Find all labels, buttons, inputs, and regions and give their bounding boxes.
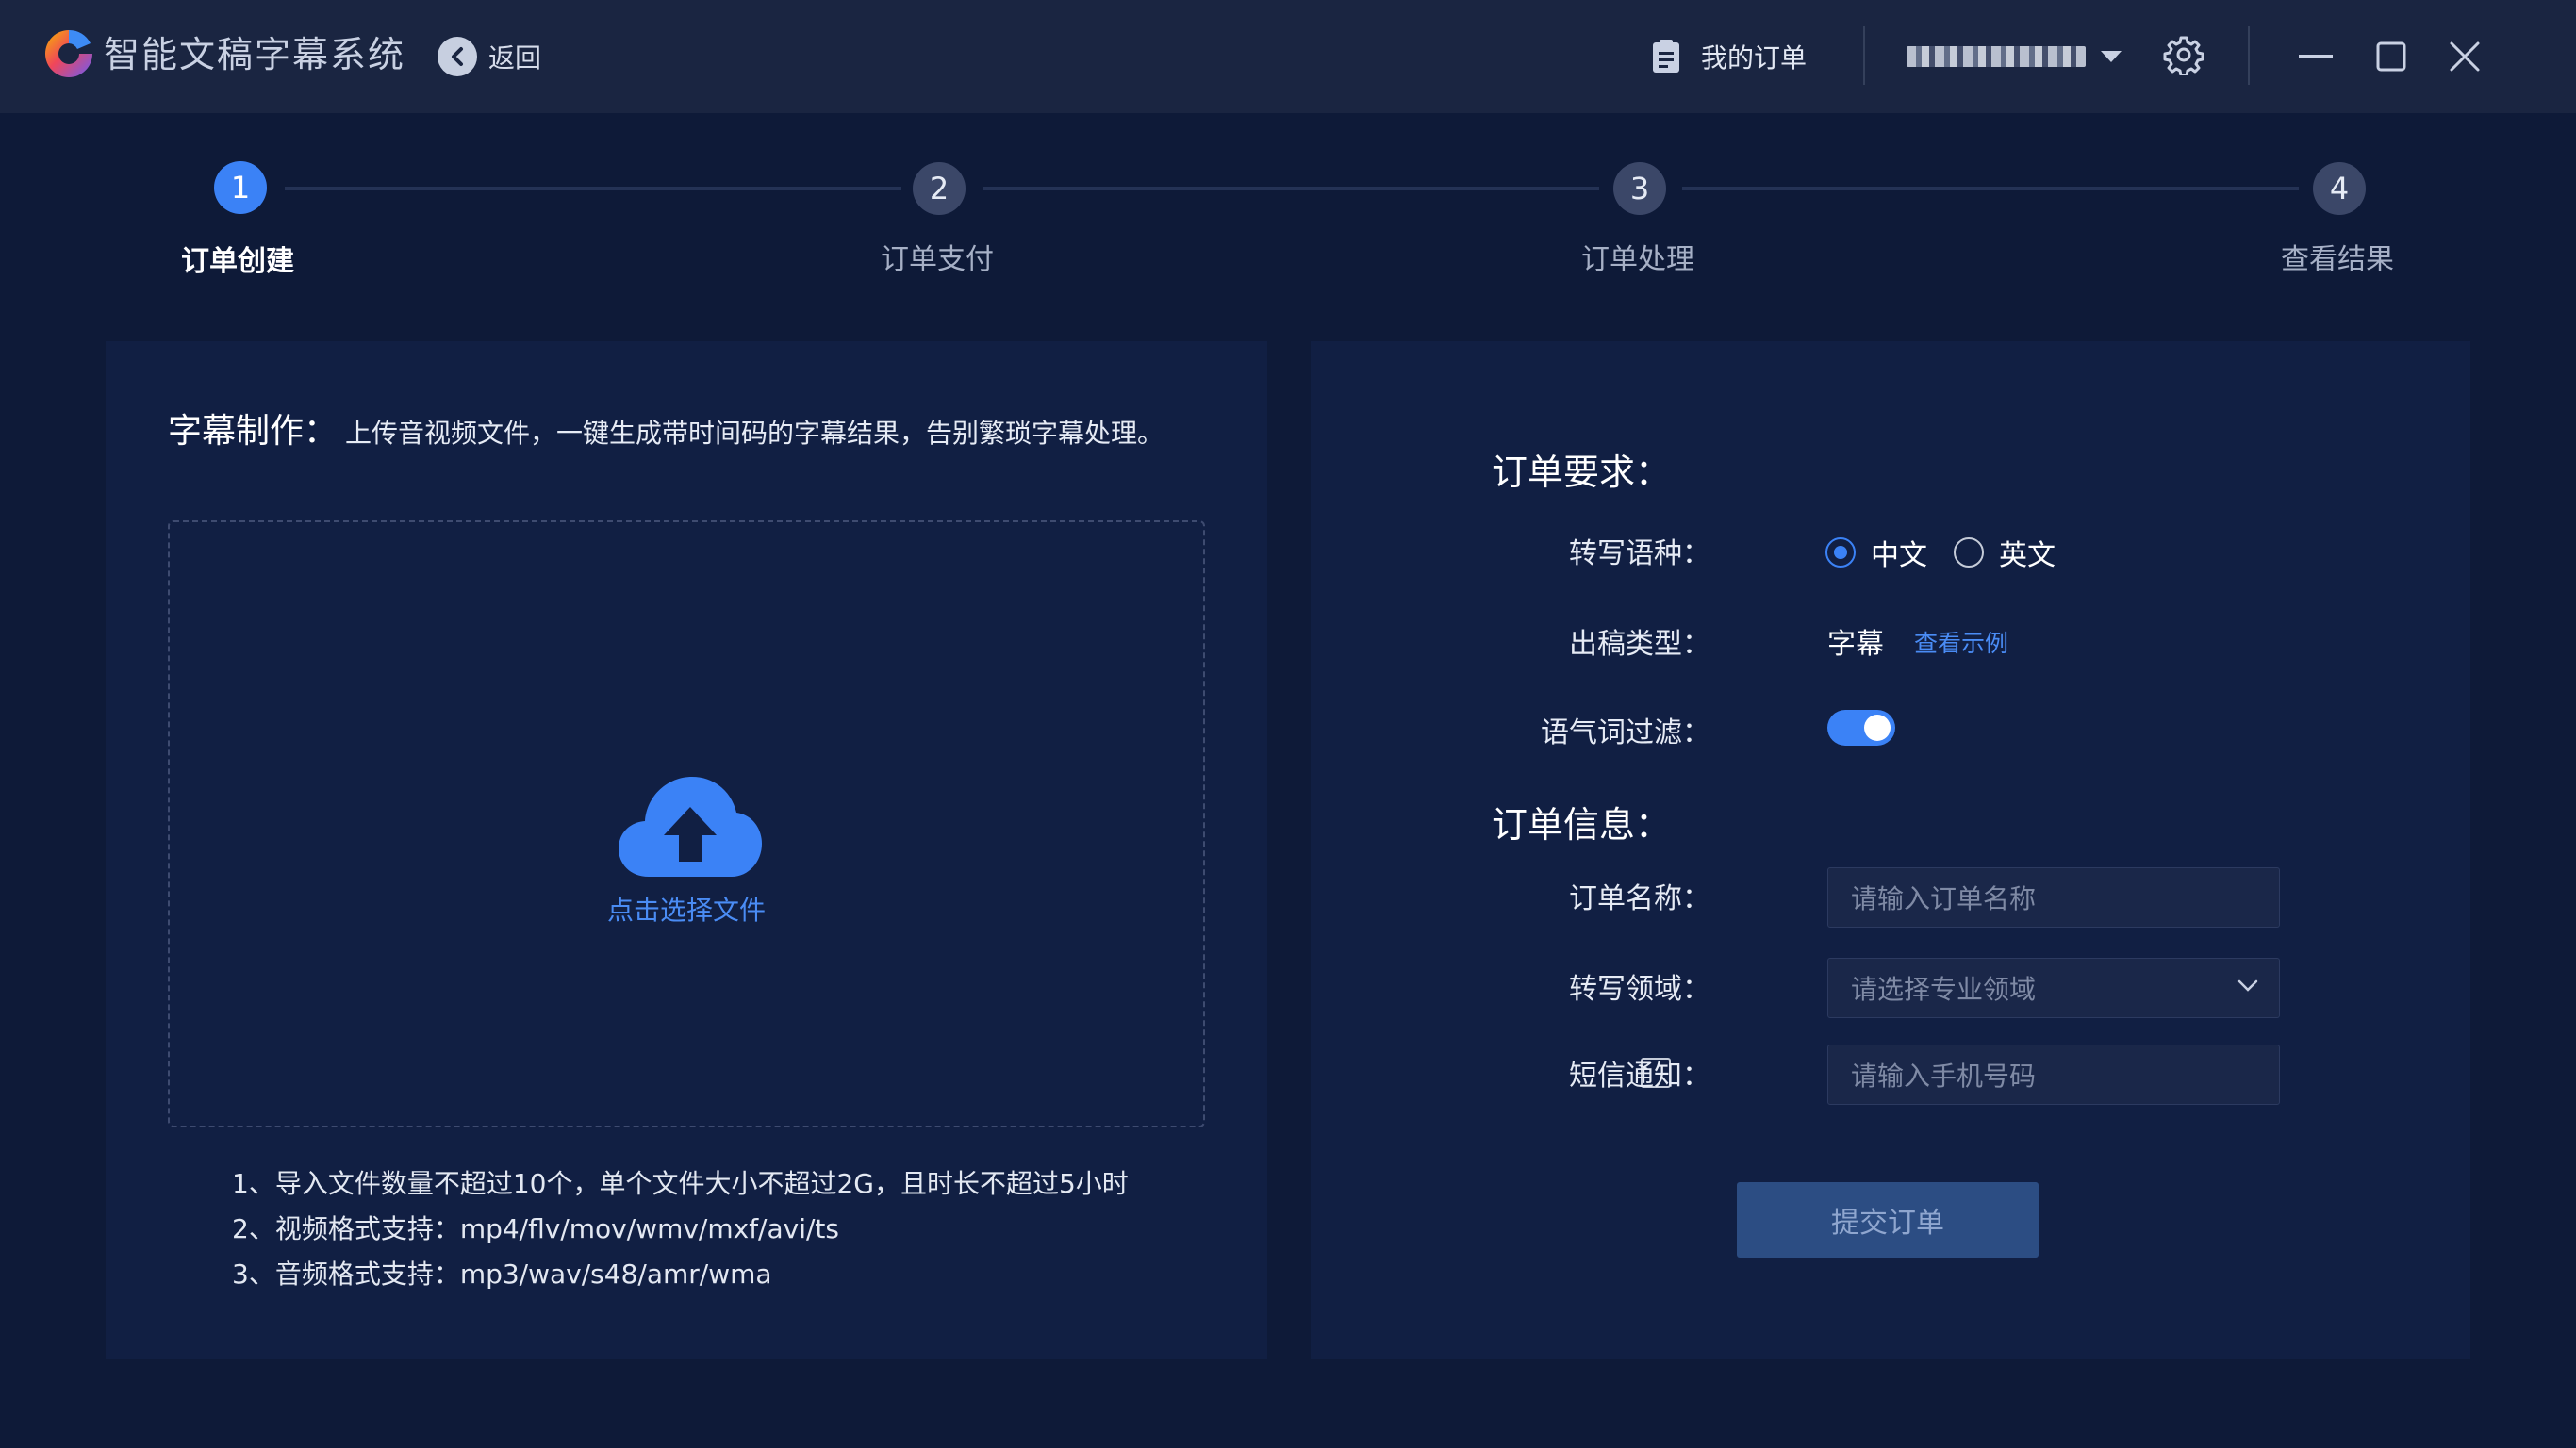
chevron-left-icon [438,37,477,76]
step-3-indicator: 3 [1613,162,1666,215]
divider [2248,26,2250,85]
app-logo-icon [45,29,92,77]
upload-panel: 字幕制作 ： 上传音视频文件，一键生成带时间码的字幕结果，告别繁琐字幕处理。 点… [106,341,1267,1359]
chevron-down-icon [2237,979,2258,992]
domain-select[interactable]: 请选择专业领域 [1827,958,2280,1018]
step-2-indicator: 2 [913,162,966,215]
radio-english-label: 英文 [1999,539,2056,572]
document-list-icon [1653,40,1679,73]
upload-notes: 1、导入文件数量不超过10个，单个文件大小不超过2G，且时长不超过5小时 2、视… [232,1161,1129,1297]
order-info-title: 订单信息： [1492,804,1672,846]
cloud-upload-icon [619,777,762,877]
close-icon[interactable] [2442,34,2487,79]
language-label: 转写语种： [1569,537,1710,570]
radio-chinese[interactable]: 中文 [1825,532,1927,573]
step-3-label: 订单处理 [1581,243,1694,276]
step-4-indicator: 4 [2313,162,2366,215]
step-2-label: 订单支付 [881,243,994,276]
note-item: 1、导入文件数量不超过10个，单个文件大小不超过2G，且时长不超过5小时 [232,1168,1129,1199]
username-masked [1907,46,2086,67]
radio-english[interactable]: 英文 [1954,532,2056,573]
upload-intro: 字幕制作 ： 上传音视频文件，一键生成带时间码的字幕结果，告别繁琐字幕处理。 [168,403,1164,452]
minimize-icon[interactable] [2293,34,2338,79]
phone-input[interactable]: 请输入手机号码 [1827,1045,2280,1105]
maximize-icon[interactable] [2369,34,2414,79]
back-button[interactable]: 返回 [438,34,541,79]
radio-chinese-label: 中文 [1871,539,1927,572]
note-item: 3、音频格式支持：mp3/wav/s48/amr/wma [232,1259,772,1290]
domain-placeholder: 请选择专业领域 [1851,974,2037,1005]
toggle-knob [1864,715,1891,741]
gear-icon[interactable] [2163,34,2204,75]
step-1-label: 订单创建 [181,245,294,278]
order-name-label: 订单名称： [1569,882,1710,915]
radio-selected-icon [1825,537,1856,568]
step-1-indicator: 1 [214,161,267,214]
note-item: 2、视频格式支持：mp4/flv/mov/wmv/mxf/avi/ts [232,1213,839,1244]
divider [1863,26,1865,85]
upload-description: 上传音视频文件，一键生成带时间码的字幕结果，告别繁琐字幕处理。 [345,418,1164,449]
step-connector [285,187,901,190]
order-form-panel: 订单要求： 转写语种： 中文 英文 出稿类型： 字幕 查看示例 语气词过滤： 订… [1311,341,2470,1359]
filler-filter-label: 语气词过滤： [1541,716,1710,749]
back-label: 返回 [488,42,542,74]
caret-down-icon [2101,51,2122,62]
requirements-title: 订单要求： [1492,452,1672,493]
radio-unselected-icon [1954,537,1984,568]
upload-title-colon: ： [304,412,339,451]
my-orders-label: 我的订单 [1701,42,1808,74]
file-dropzone[interactable]: 点击选择文件 [168,520,1205,1127]
filler-filter-toggle[interactable] [1827,710,1895,746]
sms-label: 短信通知： [1569,1060,1710,1093]
select-file-link[interactable]: 点击选择文件 [170,890,1203,928]
domain-label: 转写领域： [1569,973,1710,1006]
step-4-label: 查看结果 [2281,243,2394,276]
view-example-link[interactable]: 查看示例 [1914,625,2008,659]
app-title: 智能文稿字幕系统 [104,34,406,75]
step-connector [1682,187,2299,190]
order-name-input[interactable]: 请输入订单名称 [1827,867,2280,928]
step-connector [983,187,1599,190]
submit-order-button[interactable]: 提交订单 [1737,1182,2039,1258]
output-type-label: 出稿类型： [1569,628,1710,661]
upload-title: 字幕制作 [168,412,305,451]
title-bar: 智能文稿字幕系统 返回 我的订单 [0,0,2576,113]
account-menu[interactable] [1907,34,2122,79]
my-orders-button[interactable]: 我的订单 [1652,34,1807,79]
output-type-value: 字幕 [1827,628,1884,661]
